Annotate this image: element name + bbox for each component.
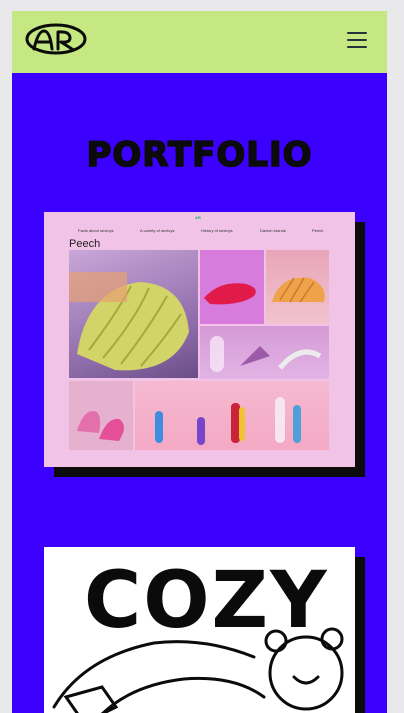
shell-toy-image xyxy=(69,250,198,378)
fan-toy-image xyxy=(266,250,329,324)
page-frame: PORTFOLIO AR Facts about sextoys A varie… xyxy=(12,11,387,713)
ar-logo-icon[interactable] xyxy=(24,23,88,55)
colorful-toys-image xyxy=(135,381,329,450)
project-card-cozy[interactable]: COZY xyxy=(44,547,355,713)
project-nav-item: Danish brands xyxy=(260,228,286,233)
cozy-headline: COZY xyxy=(84,556,329,646)
project-brand: Peech xyxy=(69,238,101,250)
project-nav: Facts about sextoys A variety of sextoys… xyxy=(44,228,355,236)
project-mini-logo: AR xyxy=(195,215,201,220)
cozy-illustration: COZY xyxy=(52,556,344,713)
hamburger-menu-icon[interactable] xyxy=(343,29,371,51)
project-nav-item: Peech xyxy=(312,228,324,233)
project-nav-item: History of sextoys xyxy=(201,228,233,233)
project-card-peech[interactable]: AR Facts about sextoys A variety of sext… xyxy=(44,212,355,467)
red-toy-image xyxy=(200,250,264,324)
project-nav-item: Facts about sextoys xyxy=(78,228,114,233)
site-header xyxy=(12,11,387,73)
page-title: PORTFOLIO xyxy=(86,134,313,176)
project-nav-item: A variety of sextoys xyxy=(140,228,175,233)
glass-toys-image xyxy=(200,326,329,379)
pink-toys-image xyxy=(69,381,133,450)
